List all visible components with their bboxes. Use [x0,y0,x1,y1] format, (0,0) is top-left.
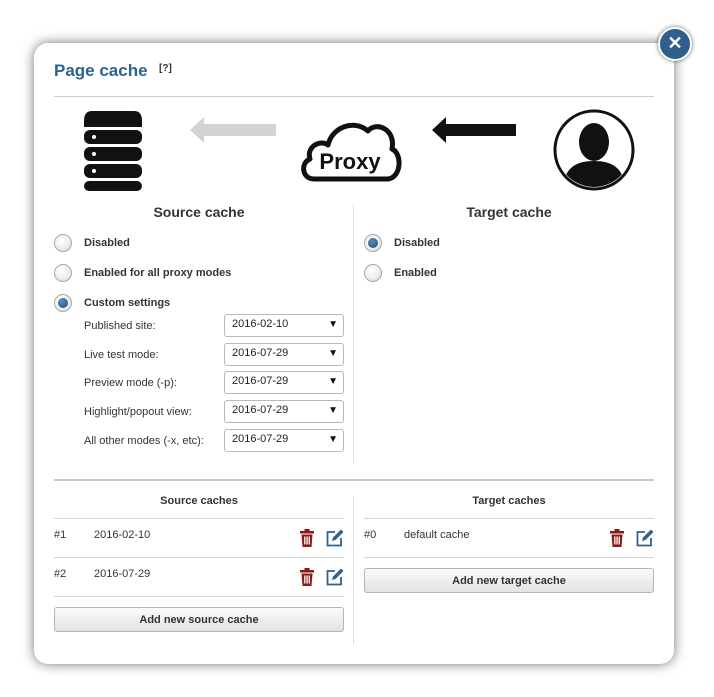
edit-icon[interactable] [326,568,344,586]
close-icon[interactable]: ✕ [658,27,692,61]
setting-label-live-test: Live test mode: [84,349,159,361]
cache-name: 2016-02-10 [94,529,151,541]
radio-button[interactable] [54,294,72,312]
cache-name: 2016-07-29 [94,568,151,580]
target-cache-heading: Target cache [466,204,552,220]
edit-icon[interactable] [326,529,344,547]
live-test-select[interactable]: 2016-07-29 ▼ [224,343,344,366]
proxy-label: Proxy [319,149,381,174]
radio-label: Disabled [394,237,440,249]
target-radio-disabled[interactable]: Disabled [364,234,440,252]
select-value: 2016-07-29 [232,404,289,416]
source-radio-disabled[interactable]: Disabled [54,234,130,252]
dialog-title: Page cache [54,61,148,80]
setting-label-highlight: Highlight/popout view: [84,406,192,418]
server-icon [84,111,142,191]
trash-icon[interactable] [609,529,625,547]
other-modes-select[interactable]: 2016-07-29 ▼ [224,429,344,452]
source-cache-heading: Source cache [153,204,245,220]
target-radio-enabled[interactable]: Enabled [364,264,437,282]
radio-label: Disabled [84,237,130,249]
row-divider [364,557,654,558]
arrow-left-icon [190,117,276,143]
title-divider [54,96,654,97]
lists-vertical-divider [353,496,354,644]
cache-number: #2 [54,568,67,580]
select-value: 2016-07-29 [232,347,289,359]
target-caches-heading: Target caches [472,495,546,507]
trash-icon[interactable] [299,529,315,547]
page-cache-dialog: Page cache [?] Proxy Source cache Disabl… [34,43,674,664]
setting-label-published: Published site: [84,320,156,332]
cache-number: #0 [364,529,377,541]
dropdown-arrow-icon: ▼ [328,319,338,330]
lists-divider [54,479,654,481]
user-icon [553,109,635,191]
dropdown-arrow-icon: ▼ [328,434,338,445]
proxy-cloud-icon: Proxy [301,122,402,182]
dropdown-arrow-icon: ▼ [328,348,338,359]
radio-label: Custom settings [84,297,171,309]
select-value: 2016-07-29 [232,375,289,387]
edit-icon[interactable] [636,529,654,547]
radio-label: Enabled [394,267,437,279]
cache-name: default cache [404,529,470,541]
dropdown-arrow-icon: ▼ [328,376,338,387]
source-caches-heading: Source caches [160,495,238,507]
published-site-select[interactable]: 2016-02-10 ▼ [224,314,344,337]
trash-icon[interactable] [299,568,315,586]
row-divider [364,518,654,519]
source-radio-custom[interactable]: Custom settings [54,294,170,312]
select-value: 2016-07-29 [232,433,289,445]
dropdown-arrow-icon: ▼ [328,405,338,416]
radio-button[interactable] [364,234,382,252]
row-divider [54,596,344,597]
setting-label-preview: Preview mode (-p): [84,377,177,389]
arrow-left-icon [432,117,516,143]
section-divider [353,205,354,463]
add-target-cache-button[interactable]: Add new target cache [364,568,654,593]
source-radio-enabled-all[interactable]: Enabled for all proxy modes [54,264,231,282]
radio-label: Enabled for all proxy modes [84,267,232,279]
radio-button[interactable] [54,234,72,252]
radio-button[interactable] [364,264,382,282]
highlight-view-select[interactable]: 2016-07-29 ▼ [224,400,344,423]
select-value: 2016-02-10 [232,318,289,330]
preview-mode-select[interactable]: 2016-07-29 ▼ [224,371,344,394]
setting-label-other-modes: All other modes (-x, etc): [84,435,204,447]
row-divider [54,557,344,558]
add-source-cache-button[interactable]: Add new source cache [54,607,344,632]
help-link[interactable]: [?] [159,63,172,74]
radio-button[interactable] [54,264,72,282]
row-divider [54,518,344,519]
cache-number: #1 [54,529,67,541]
